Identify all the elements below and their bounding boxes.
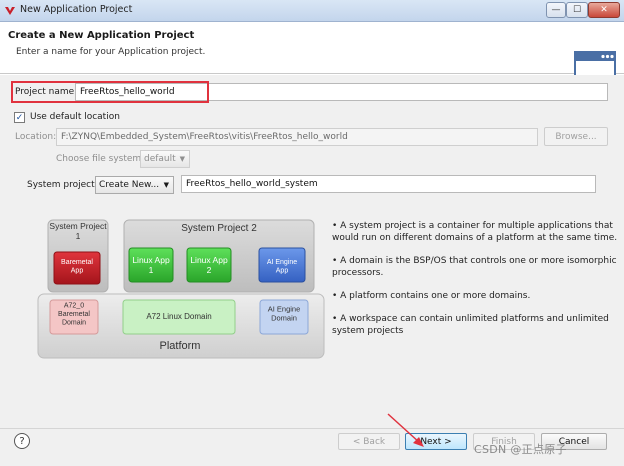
location-label: Location:: [15, 132, 57, 142]
bullet-workspace: • A workspace can contain unlimited plat…: [332, 314, 609, 336]
bullet-system-project: • A system project is a container for mu…: [332, 221, 618, 243]
window-title: New Application Project: [20, 4, 133, 15]
chevron-down-icon: ▼: [179, 155, 185, 163]
app-logo-icon: [5, 7, 15, 15]
minimize-button[interactable]: —: [546, 2, 566, 18]
file-system-select[interactable]: default ▼: [140, 150, 190, 168]
platform-label: Platform: [160, 340, 201, 352]
system-project-name-input[interactable]: FreeRtos_hello_world_system: [181, 175, 596, 193]
system-project-label: System project:: [27, 180, 98, 190]
highlight-annotation: [11, 81, 209, 103]
watermark-text: CSDN @正点原子: [474, 443, 567, 456]
system-project-option: Create New...: [99, 180, 160, 190]
file-system-value: default: [144, 154, 176, 164]
wizard-description: Enter a name for your Application projec…: [16, 47, 206, 57]
bullet-domain: • A domain is the BSP/OS that controls o…: [332, 256, 617, 278]
maximize-button[interactable]: ☐: [566, 2, 588, 18]
wizard-header: Create a New Application Project Enter a…: [0, 22, 624, 87]
red-arrow-annotation: [387, 413, 424, 447]
a72-linux-domain-label: A72 Linux Domain: [146, 312, 211, 321]
ai-engine-domain-label: AI Engine Domain: [268, 305, 301, 323]
system-project-select[interactable]: Create New... ▼: [95, 176, 174, 194]
file-system-label: Choose file system:: [56, 154, 145, 164]
browse-button[interactable]: Browse...: [544, 127, 608, 146]
wizard-title: Create a New Application Project: [8, 30, 195, 41]
location-input[interactable]: F:\ZYNQ\Embedded_System\FreeRtos\vitis\F…: [56, 128, 538, 146]
system-project-diagram: System Project 1 System Project 2 Baremet…: [37, 219, 325, 359]
info-bullets: • A system project is a container for mu…: [332, 220, 622, 348]
bullet-platform: • A platform contains one or more domain…: [332, 291, 531, 301]
close-button[interactable]: ✕: [588, 2, 620, 18]
chevron-down-icon: ▼: [163, 181, 169, 189]
help-icon[interactable]: ?: [14, 433, 30, 449]
use-default-location-checkbox[interactable]: ✓: [14, 112, 25, 123]
use-default-location-label: Use default location: [30, 112, 120, 122]
system-project-2-title: System Project 2: [181, 223, 257, 234]
